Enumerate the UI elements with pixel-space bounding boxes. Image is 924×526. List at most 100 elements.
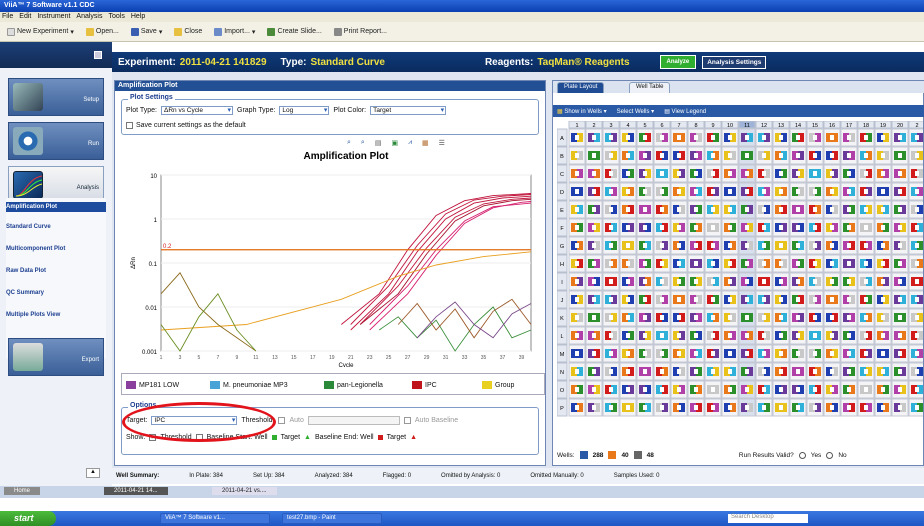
analysis-settings-button[interactable]: Analysis Settings [702,55,767,69]
nav-setup-button[interactable]: Setup [8,78,104,116]
well-center-marker [609,315,613,320]
x-tick-label: 7 [217,355,220,361]
column-header-label: 18 [863,123,869,129]
flagged-count: Flagged: 0 [382,473,412,479]
well-center-marker [796,387,800,392]
save-button[interactable]: Save ▾ [128,27,165,37]
experiment-label: Experiment: [118,56,176,68]
threshold-input[interactable] [307,416,400,425]
link-multicomponent-plot[interactable]: Multicomponent Plot [6,246,86,252]
new-experiment-button[interactable]: New Experiment ▾ [4,27,77,37]
well-center-marker [677,261,681,266]
legend-swatch [126,381,136,389]
row-header-label: C [560,172,564,178]
collapse-icon[interactable] [94,51,102,59]
well-center-marker [830,135,834,140]
start-button[interactable]: start [0,511,56,526]
doc-tab-experiment-1[interactable]: 2011-04-21 14... [104,487,168,495]
column-header-label: 10 [727,123,733,129]
select-wells-button[interactable]: Select Wells ▾ [617,108,655,115]
well-center-marker [898,171,902,176]
link-qc-summary[interactable]: QC Summary [6,290,106,296]
nav-analysis-button[interactable]: Analysis [8,166,104,200]
well-center-marker [643,351,647,356]
well-center-marker [626,297,630,302]
well-center-marker [711,153,715,158]
well-center-marker [762,189,766,194]
create-slide-button[interactable]: Create Slide... [264,27,324,37]
well-center-marker [881,387,885,392]
plot-color-select[interactable]: Target [370,106,447,115]
well-center-marker [575,225,579,230]
doc-tab-experiment-2[interactable]: 2011-04-21 vs.... [212,487,277,495]
menu-analysis[interactable]: Analysis [76,13,102,22]
nav-export-button[interactable]: Export [8,338,104,376]
y-tick-label: 0.01 [145,306,157,312]
import-button[interactable]: Import... ▾ [211,27,258,37]
well-center-marker [575,207,579,212]
well-center-marker [609,369,613,374]
menu-instrument[interactable]: Instrument [37,13,70,22]
well-center-marker [626,243,630,248]
well-center-marker [575,243,579,248]
print-report-button[interactable]: Print Report... [331,27,390,37]
graph-type-select[interactable]: Log [279,106,330,115]
save-settings-checkbox[interactable] [126,122,133,129]
show-in-wells-button[interactable]: ▦ Show in Wells ▾ [557,108,607,115]
task-viia7[interactable]: ViiA™ 7 Software v1... [160,513,270,524]
well-center-marker [813,135,817,140]
menu-edit[interactable]: Edit [19,13,31,22]
open-button[interactable]: Open... [83,27,122,37]
link-amplification-plot[interactable]: Amplification Plot [6,204,106,210]
analyze-button[interactable]: Analyze [659,55,697,69]
no-radio[interactable] [826,451,834,459]
well-center-marker [745,153,749,158]
well-center-marker [609,297,613,302]
well-center-marker [779,297,783,302]
link-multiple-plots-view[interactable]: Multiple Plots View [6,312,106,318]
auto-baseline-checkbox[interactable] [403,417,411,424]
menu-file[interactable]: File [2,13,13,22]
well-center-marker [609,405,613,410]
desktop-search-input[interactable]: Search Desktop [728,514,808,523]
y-tick-label: 1 [154,218,158,224]
well-center-marker [898,369,902,374]
view-legend-button[interactable]: ▤ View Legend [664,108,706,115]
well-center-marker [745,315,749,320]
well-center-marker [660,135,664,140]
yes-radio[interactable] [798,451,806,459]
well-center-marker [915,351,919,356]
nav-run-button[interactable]: Run [8,122,104,160]
nav-setup-label: Setup [83,97,99,103]
plot-type-select[interactable]: ΔRn vs Cycle [161,106,234,115]
well-center-marker [677,279,681,284]
close-button[interactable]: Close [171,27,205,37]
link-raw-data-plot[interactable]: Raw Data Plot [6,268,106,274]
tab-plate-layout[interactable]: Plate Layout [557,82,605,93]
scroll-up-icon[interactable]: ▲ [86,468,100,478]
well-center-marker [745,135,749,140]
well-center-marker [575,351,579,356]
well-center-marker [626,279,630,284]
doc-tab-home[interactable]: Home [4,487,41,495]
well-center-marker [609,135,613,140]
toolbar: New Experiment ▾ Open... Save ▾ Close Im… [0,22,924,42]
well-center-marker [643,153,647,158]
menu-tools[interactable]: Tools [109,13,125,22]
well-center-marker [609,261,613,266]
well-center-marker [762,243,766,248]
tab-well-table[interactable]: Well Table [629,82,671,93]
well-center-marker [626,261,630,266]
well-center-marker [762,261,766,266]
link-standard-curve[interactable]: Standard Curve [6,224,106,230]
menu-help[interactable]: Help [131,13,145,22]
well-center-marker [643,135,647,140]
auto-threshold-checkbox[interactable] [278,417,286,424]
well-center-marker [796,243,800,248]
well-center-marker [745,333,749,338]
select-wells-label: Select Wells [616,108,650,115]
well-center-marker [745,351,749,356]
well-center-marker [711,333,715,338]
well-center-marker [898,225,902,230]
task-paint[interactable]: test27.bmp - Paint [282,513,382,524]
